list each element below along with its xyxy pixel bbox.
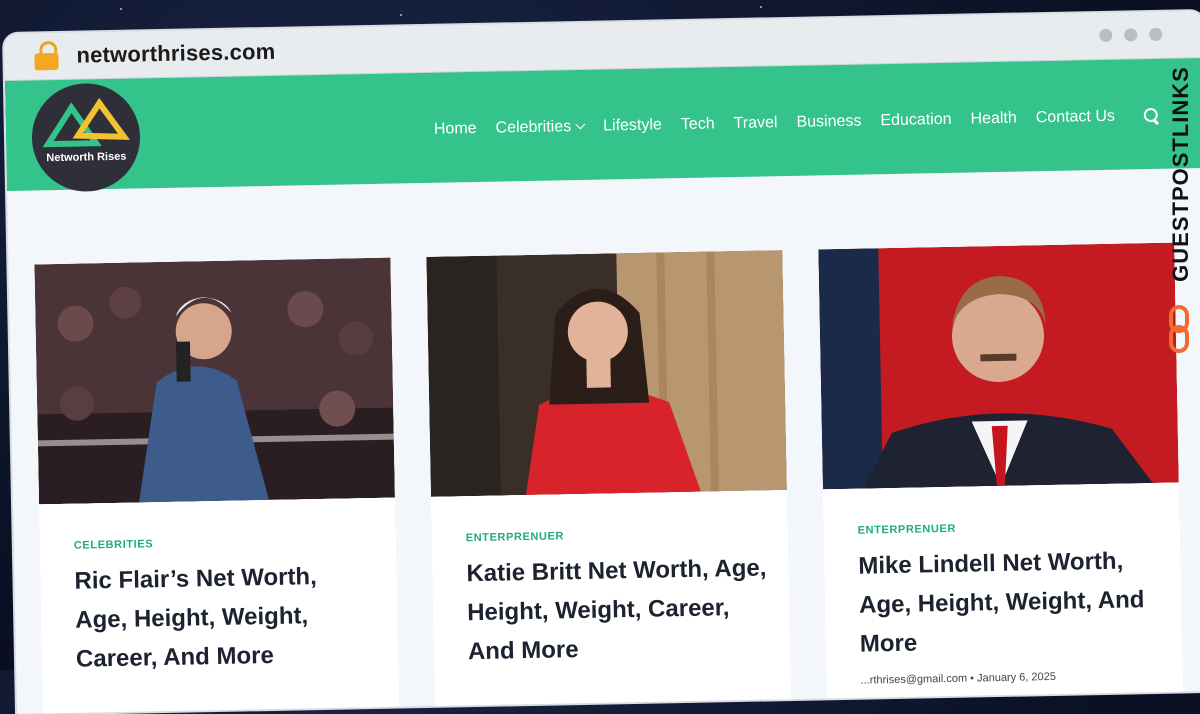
post-card[interactable]: CELEBRITIES Ric Flair’s Net Worth, Age, … — [34, 257, 400, 714]
lock-icon — [34, 40, 61, 71]
post-body: CELEBRITIES Ric Flair’s Net Worth, Age, … — [39, 497, 400, 714]
nav-education[interactable]: Education — [880, 111, 952, 130]
nav-home[interactable]: Home — [434, 120, 477, 139]
nav-celebrities-label: Celebrities — [495, 118, 572, 137]
post-category[interactable]: ENTERPRENUER — [466, 530, 564, 544]
nav-health[interactable]: Health — [970, 110, 1017, 129]
post-image[interactable] — [426, 250, 787, 497]
main-nav: Home Celebrities Lifestyle Tech Travel B… — [434, 107, 1160, 139]
window-dot-icon[interactable] — [1124, 28, 1138, 42]
nav-celebrities[interactable]: Celebrities — [495, 118, 586, 138]
post-title[interactable]: Mike Lindell Net Worth, Age, Height, Wei… — [858, 541, 1160, 664]
watermark: GUESTPOSTLINKS — [1162, 50, 1196, 360]
post-meta: ...rthrises@gmail.com • January 6, 2025 — [860, 670, 1057, 687]
post-card[interactable]: ENTERPRENUER Mike Lindell Net Worth, Age… — [818, 242, 1183, 700]
post-title[interactable]: Ric Flair’s Net Worth, Age, Height, Weig… — [74, 556, 376, 679]
post-image[interactable] — [818, 242, 1179, 490]
post-title[interactable]: Katie Britt Net Worth, Age, Height, Weig… — [466, 548, 768, 671]
watermark-text: GUESTPOSTLINKS — [1168, 66, 1193, 282]
search-icon[interactable] — [1143, 107, 1160, 125]
window-dot-icon[interactable] — [1149, 27, 1163, 42]
mountain-logo-icon — [42, 97, 131, 148]
site-logo[interactable]: Networth Rises — [30, 82, 142, 193]
post-category[interactable]: ENTERPRENUER — [858, 523, 956, 537]
window-controls — [1099, 27, 1163, 42]
browser-window: networthrises.com Networth Rises Home Ce… — [4, 10, 1200, 714]
nav-travel[interactable]: Travel — [733, 114, 777, 133]
post-body: ENTERPRENUER Mike Lindell Net Worth, Age… — [822, 482, 1183, 700]
post-grid: CELEBRITIES Ric Flair’s Net Worth, Age, … — [7, 168, 1200, 714]
post-image[interactable] — [34, 257, 395, 505]
post-category[interactable]: CELEBRITIES — [74, 538, 154, 552]
post-body: ENTERPRENUER Katie Britt Net Worth, Age,… — [430, 490, 791, 707]
logo-text: Networth Rises — [46, 150, 127, 165]
chevron-down-icon — [575, 119, 586, 130]
star — [400, 14, 402, 16]
url-text[interactable]: networthrises.com — [76, 39, 275, 69]
window-dot-icon[interactable] — [1099, 28, 1113, 42]
link-chain-icon — [1169, 305, 1189, 353]
nav-tech[interactable]: Tech — [681, 115, 715, 134]
star — [760, 6, 762, 8]
star — [120, 8, 122, 10]
post-card[interactable]: ENTERPRENUER Katie Britt Net Worth, Age,… — [426, 250, 791, 707]
nav-business[interactable]: Business — [796, 113, 861, 132]
nav-contact-us[interactable]: Contact Us — [1036, 108, 1115, 128]
nav-lifestyle[interactable]: Lifestyle — [603, 116, 662, 135]
